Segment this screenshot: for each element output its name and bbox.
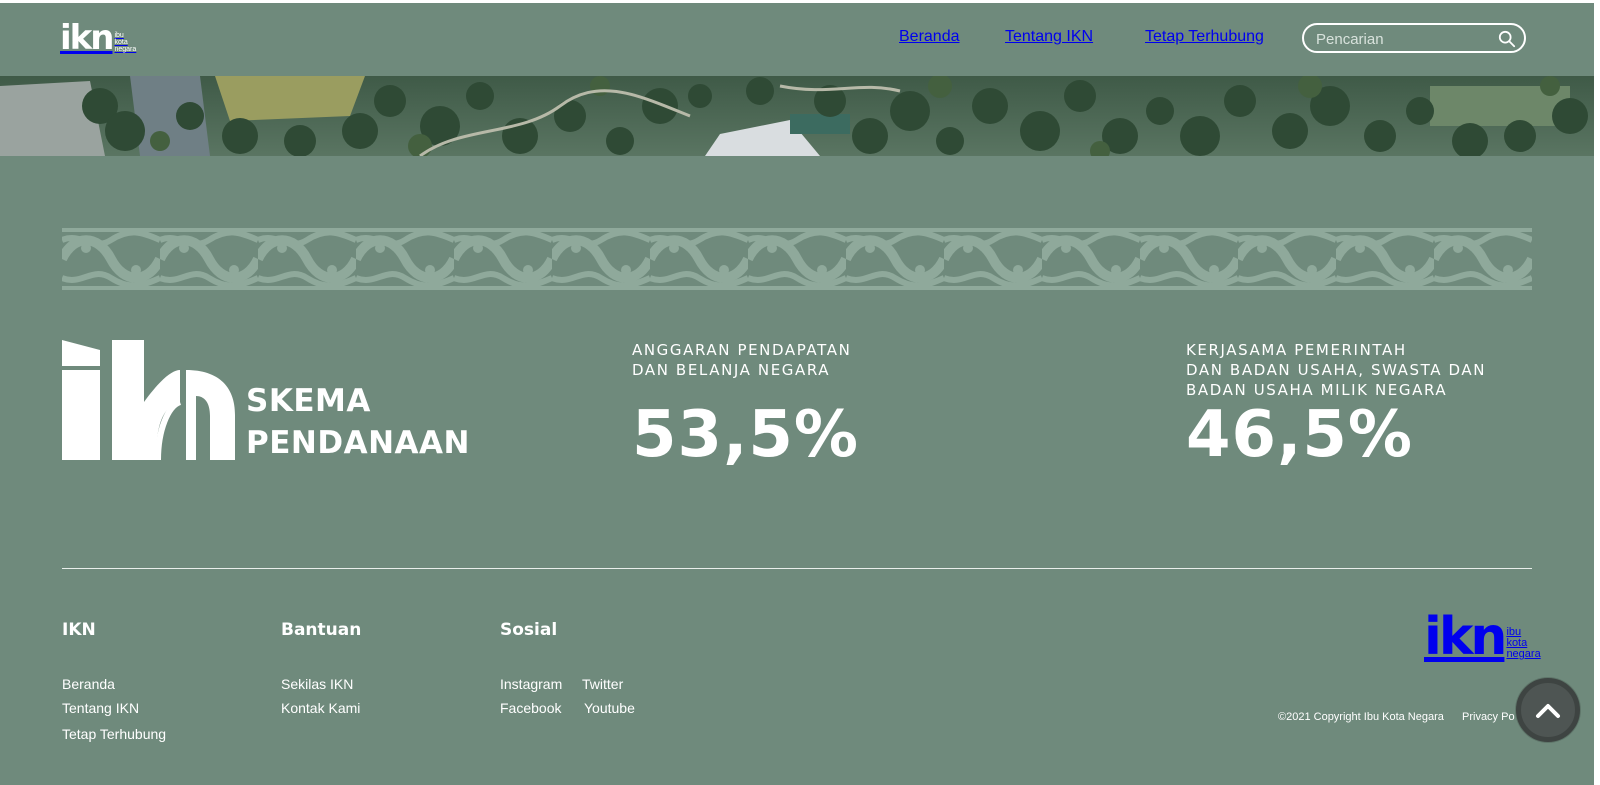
stat-label-kpbu: KERJASAMA PEMERINTAH DAN BADAN USAHA, SW… [1186,341,1487,399]
search-icon[interactable] [1498,30,1516,48]
site-header: ikn ibu kota negara Beranda Tentang IKN … [0,3,1594,76]
footer-link-kontak-kami[interactable]: Kontak Kami [281,700,360,716]
funding-scheme-title: SKEMA PENDANAAN [246,383,470,461]
search-box [1302,23,1526,53]
stat-label-apbn: ANGGARAN PENDAPATAN DAN BELANJA NEGARA [632,341,852,379]
nav-link-tentang-ikn[interactable]: Tentang IKN [1005,28,1093,46]
stat-value-kpbu: 46,5% [1186,398,1414,472]
footer-divider [62,568,1532,569]
copyright-text: ©2021 Copyright Ibu Kota Negara [1278,711,1444,723]
stat-value-apbn: 53,5% [632,398,860,472]
footer-link-tetap-terhubung[interactable]: Tetap Terhubung [62,726,166,742]
privacy-policy-link[interactable]: Privacy Po [1462,711,1515,723]
footer-link-beranda[interactable]: Beranda [62,676,115,692]
nav-link-beranda[interactable]: Beranda [899,28,960,46]
ornament-band [62,228,1532,290]
footer-title-sosial: Sosial [500,620,558,640]
footer-link-facebook[interactable]: Facebook [500,700,561,716]
aerial-city-image [0,76,1594,156]
footer-link-youtube[interactable]: Youtube [584,700,635,716]
chevron-up-icon [1536,704,1560,718]
footer-link-instagram[interactable]: Instagram [500,676,562,692]
footer-link-sekilas-ikn[interactable]: Sekilas IKN [281,676,353,692]
nav-link-tetap-terhubung[interactable]: Tetap Terhubung [1145,28,1264,46]
footer-title-ikn: IKN [62,620,96,640]
logo-mark: ikn [60,18,115,58]
search-input[interactable] [1316,29,1491,49]
logo-subtitle: ibu kota negara [114,32,137,53]
ikn-large-logo [60,340,235,462]
footer-logo[interactable]: ikn ibu kota negara [1424,607,1541,667]
footer-logo-mark: ikn [1424,607,1507,667]
footer-title-bantuan: Bantuan [281,620,362,640]
right-border [1594,0,1600,785]
footer-link-twitter[interactable]: Twitter [582,676,623,692]
footer-logo-subtitle: ibu kota negara [1506,626,1541,660]
header-logo[interactable]: ikn ibu kota negara [60,18,137,58]
footer-link-tentang-ikn[interactable]: Tentang IKN [62,700,139,716]
scroll-to-top-button[interactable] [1516,678,1580,742]
